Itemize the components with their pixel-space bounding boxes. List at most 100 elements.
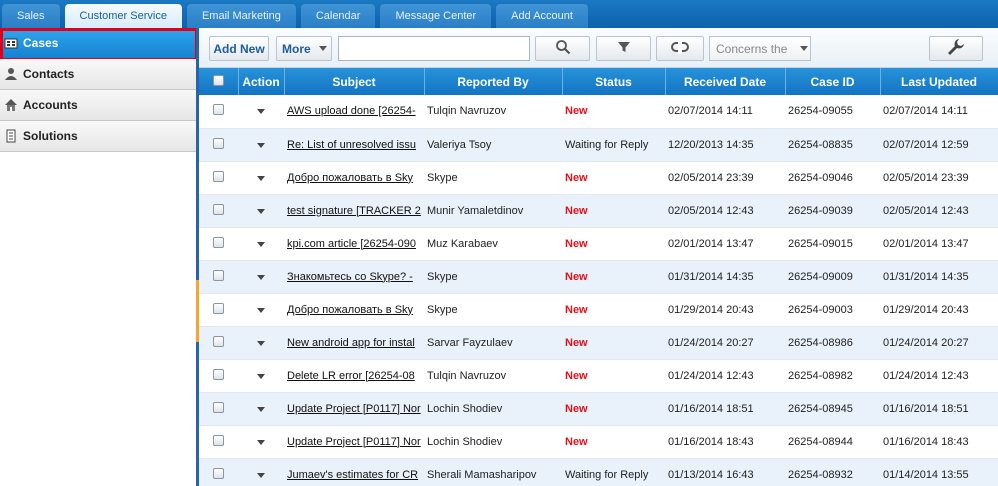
select-all-checkbox[interactable]: [212, 74, 224, 86]
column-header-action[interactable]: Action: [238, 68, 285, 95]
tab-add-account[interactable]: Add Account: [496, 4, 588, 28]
subject-link[interactable]: Добро пожаловать в Sky: [284, 161, 424, 195]
filter-select[interactable]: Concerns the: [709, 36, 811, 61]
refresh-button[interactable]: [656, 36, 704, 61]
row-checkbox[interactable]: [213, 269, 224, 281]
reported-by-cell: Tulqin Navruzov: [424, 359, 562, 393]
row-select-cell: [199, 425, 238, 459]
table-row[interactable]: Delete LR error [26254-08 Tulqin Navruzov…: [199, 359, 998, 393]
chevron-down-icon[interactable]: [257, 439, 265, 445]
row-action-cell[interactable]: [238, 359, 284, 393]
tab-email-marketing[interactable]: Email Marketing: [186, 4, 296, 28]
chevron-down-icon[interactable]: [257, 109, 265, 115]
received-date-cell: 01/29/2014 20:43: [665, 293, 785, 327]
sidebar-item-label: Contacts: [23, 67, 75, 81]
row-action-cell[interactable]: [238, 458, 284, 486]
row-checkbox[interactable]: [213, 467, 224, 479]
reported-by-cell: Tulqin Navruzov: [424, 95, 562, 129]
contacts-icon: [4, 67, 18, 81]
table-row[interactable]: Update Project [P0117] Nor Lochin Shodiev…: [199, 392, 998, 426]
row-checkbox[interactable]: [213, 236, 224, 248]
column-header-received-date[interactable]: Received Date: [665, 68, 786, 95]
row-checkbox[interactable]: [213, 170, 224, 182]
subject-link[interactable]: Jumaev's estimates for CR: [284, 458, 424, 486]
subject-link[interactable]: Добро пожаловать в Sky: [284, 293, 424, 327]
table-row[interactable]: Jumaev's estimates for CR Sherali Mamasha…: [199, 458, 998, 486]
row-checkbox[interactable]: [213, 203, 224, 215]
filter-button[interactable]: [596, 36, 651, 61]
table-row[interactable]: test signature [TRACKER 2 Munir Yamaletdi…: [199, 194, 998, 228]
column-header-reported-by[interactable]: Reported By: [424, 68, 563, 95]
tab-sales[interactable]: Sales: [2, 4, 60, 28]
sidebar-item-cases[interactable]: Cases: [0, 28, 198, 61]
sidebar-item-accounts[interactable]: Accounts: [0, 90, 196, 121]
column-header-last-updated[interactable]: Last Updated: [880, 68, 998, 95]
settings-button[interactable]: [929, 36, 983, 61]
last-updated-cell: 02/05/2014 12:43: [880, 194, 998, 228]
row-checkbox[interactable]: [213, 401, 224, 413]
subject-link[interactable]: Update Project [P0117] Nor: [284, 425, 424, 459]
funnel-icon: [617, 40, 631, 57]
row-checkbox[interactable]: [213, 104, 224, 116]
row-checkbox[interactable]: [213, 335, 224, 347]
chevron-down-icon[interactable]: [257, 142, 265, 148]
table-row[interactable]: Добро пожаловать в Sky Skype New 01/29/2014…: [199, 293, 998, 327]
subject-link[interactable]: New android app for instal: [284, 326, 424, 360]
row-action-cell[interactable]: [238, 326, 284, 360]
subject-link[interactable]: test signature [TRACKER 2: [284, 194, 424, 228]
row-action-cell[interactable]: [238, 161, 284, 195]
row-action-cell[interactable]: [238, 95, 284, 129]
chevron-down-icon[interactable]: [257, 274, 265, 280]
chevron-down-icon[interactable]: [257, 175, 265, 181]
sidebar-item-contacts[interactable]: Contacts: [0, 59, 196, 90]
table-row[interactable]: Update Project [P0117] Nor Lochin Shodiev…: [199, 425, 998, 459]
more-button[interactable]: More: [276, 36, 332, 61]
table-row[interactable]: Re: List of unresolved issu Valeriya Tsoy…: [199, 128, 998, 162]
tab-message-center[interactable]: Message Center: [380, 4, 492, 28]
column-header-case-id[interactable]: Case ID: [785, 68, 881, 95]
select-all-header[interactable]: [199, 68, 239, 95]
chevron-down-icon[interactable]: [257, 208, 265, 214]
row-action-cell[interactable]: [238, 392, 284, 426]
subject-link[interactable]: kpi.com article [26254-090: [284, 227, 424, 261]
case-id-cell: 26254-08986: [785, 326, 880, 360]
row-action-cell[interactable]: [238, 227, 284, 261]
table-row[interactable]: kpi.com article [26254-090 Muz Karabaev Ne…: [199, 227, 998, 261]
subject-link[interactable]: Delete LR error [26254-08: [284, 359, 424, 393]
tab-calendar[interactable]: Calendar: [300, 4, 376, 28]
sidebar-item-solutions[interactable]: Solutions: [0, 121, 196, 152]
subject-link[interactable]: Re: List of unresolved issu: [284, 128, 424, 162]
column-header-status[interactable]: Status: [562, 68, 666, 95]
subject-link[interactable]: Знакомьтесь со Skype? -: [284, 260, 424, 294]
row-action-cell[interactable]: [238, 425, 284, 459]
row-action-cell[interactable]: [238, 260, 284, 294]
table-row[interactable]: AWS upload done [26254- Tulqin Navruzov Ne…: [199, 95, 998, 129]
row-checkbox[interactable]: [213, 137, 224, 149]
chevron-down-icon[interactable]: [257, 241, 265, 247]
status-cell: Waiting for Reply: [562, 458, 665, 486]
chevron-down-icon[interactable]: [257, 373, 265, 379]
column-header-subject[interactable]: Subject: [284, 68, 425, 95]
table-row[interactable]: Знакомьтесь со Skype? - Skype New 01/31/201…: [199, 260, 998, 294]
table-row[interactable]: New android app for instal Sarvar Fayzula…: [199, 326, 998, 360]
chevron-down-icon[interactable]: [257, 472, 265, 478]
last-updated-cell: 02/07/2014 12:59: [880, 128, 998, 162]
subject-link[interactable]: AWS upload done [26254-: [284, 95, 424, 129]
tab-customer-service[interactable]: Customer Service: [64, 4, 182, 28]
row-action-cell[interactable]: [238, 128, 284, 162]
row-checkbox[interactable]: [213, 434, 224, 446]
chevron-down-icon[interactable]: [257, 340, 265, 346]
subject-link[interactable]: Update Project [P0117] Nor: [284, 392, 424, 426]
chevron-down-icon[interactable]: [257, 307, 265, 313]
row-action-cell[interactable]: [238, 293, 284, 327]
search-input[interactable]: [338, 36, 530, 61]
last-updated-cell: 01/16/2014 18:43: [880, 425, 998, 459]
search-button[interactable]: [535, 36, 590, 61]
row-checkbox[interactable]: [213, 302, 224, 314]
chevron-down-icon[interactable]: [257, 406, 265, 412]
row-action-cell[interactable]: [238, 194, 284, 228]
status-cell: New: [562, 293, 665, 327]
row-checkbox[interactable]: [213, 368, 224, 380]
add-new-button[interactable]: Add New: [209, 36, 269, 61]
table-row[interactable]: Добро пожаловать в Sky Skype New 02/05/2014…: [199, 161, 998, 195]
